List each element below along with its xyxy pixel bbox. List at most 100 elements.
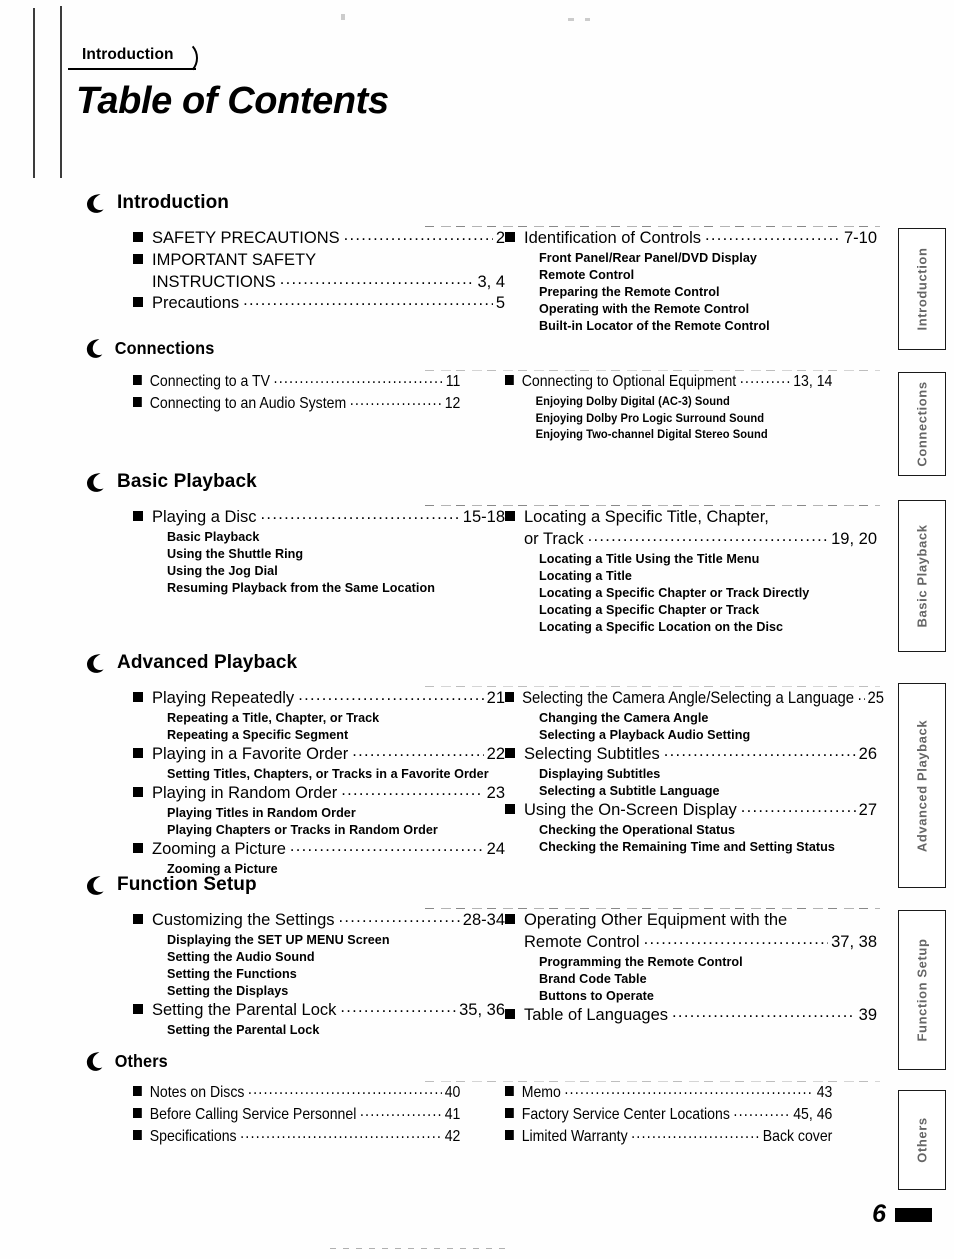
toc-page-number: 45, 46 — [793, 1105, 833, 1123]
toc-column-left: Playing Repeatedly 21 Repeating a Title, C… — [133, 688, 505, 878]
toc-entry[interactable]: Customizing the Settings 28-34 Displaying … — [133, 910, 505, 1000]
toc-entry[interactable]: Limited Warranty Back cover — [505, 1126, 877, 1148]
toc-subitem: Locating a Title Using the Title Menu — [539, 551, 760, 566]
toc-entry-title: Connecting to an Audio System — [149, 394, 347, 412]
square-bullet-icon — [505, 375, 514, 385]
toc-entry[interactable]: Operating Other Equipment with the Remote… — [505, 910, 877, 1005]
square-bullet-icon — [133, 1086, 142, 1096]
toc-subitem-list: Programming the Remote Control Brand Code… — [505, 954, 877, 1005]
crescent-moon-icon — [85, 338, 104, 359]
square-bullet-icon — [505, 748, 515, 759]
toc-subitem: Enjoying Dolby Pro Logic Surround Sound — [535, 410, 765, 425]
toc-entry[interactable]: Notes on Discs 40 — [133, 1082, 505, 1104]
thumb-tab-basic-playback[interactable]: Basic Playback — [898, 500, 946, 652]
toc-page-number: 19, 20 — [831, 529, 877, 548]
toc-subitem: Operating with the Remote Control — [539, 302, 750, 317]
toc-entry[interactable]: Using the On-Screen Display 27 Checking th… — [505, 800, 877, 856]
toc-entry-title: Identification of Controls — [524, 229, 702, 247]
square-bullet-icon — [505, 1107, 514, 1118]
toc-entry-line: SAFETY PRECAUTIONS 2 — [133, 228, 505, 250]
toc-section-header: Others — [85, 1051, 824, 1072]
thumb-tab-label: Advanced Playback — [914, 719, 930, 852]
toc-entry[interactable]: Memo 43 — [505, 1082, 877, 1104]
toc-entry[interactable]: Connecting to an Audio System 12 — [133, 393, 505, 415]
toc-page-number: 12 — [444, 394, 461, 412]
crescent-moon-icon — [85, 472, 105, 493]
page-folio: 6 — [872, 1200, 932, 1229]
toc-entry-title: Using the On-Screen Display — [524, 801, 737, 820]
toc-subitem-list: Front Panel/Rear Panel/DVD Display Remote… — [505, 250, 877, 336]
toc-column-left: SAFETY PRECAUTIONS 2 IMPORTANT SAFETYINSTR… — [133, 228, 505, 315]
square-bullet-icon — [505, 1008, 515, 1019]
toc-entry[interactable]: Locating a Specific Title, Chapter, or Tr… — [505, 507, 877, 636]
toc-entry[interactable]: Specifications 42 — [133, 1126, 505, 1148]
toc-entry[interactable]: Playing Repeatedly 21 Repeating a Title, C… — [133, 688, 505, 744]
toc-entry[interactable]: Playing in a Favorite Order22Setting Tit… — [133, 744, 505, 783]
thumb-tab-connections[interactable]: Connections — [898, 372, 946, 476]
toc-subitem-list: Changing the Camera Angle Selecting a Pla… — [505, 710, 877, 744]
toc-column-right: Operating Other Equipment with the Remote… — [505, 910, 877, 1027]
toc-entry[interactable]: IMPORTANT SAFETYINSTRUCTIONS3, 4 — [133, 250, 505, 294]
toc-entry[interactable]: Zooming a Picture 24Zooming a Picture — [133, 839, 505, 878]
toc-entry[interactable]: Connecting to Optional Equipment 13, 14 En… — [505, 371, 877, 443]
square-bullet-icon — [133, 375, 142, 385]
toc-section-title: Basic Playback — [117, 471, 257, 492]
toc-entry[interactable]: Table of Languages 39 — [505, 1005, 877, 1027]
toc-subitem: Front Panel/Rear Panel/DVD Display — [539, 250, 757, 265]
toc-subitem: Programming the Remote Control — [539, 954, 743, 969]
breadcrumb-chip: Introduction — [68, 41, 198, 75]
dot-leader — [858, 685, 865, 707]
toc-subitem: Changing the Camera Angle — [539, 710, 709, 725]
toc-subitem: Locating a Title — [539, 568, 632, 583]
toc-column-right: Connecting to Optional Equipment 13, 14 En… — [505, 371, 877, 443]
toc-subitem: Remote Control — [539, 267, 635, 282]
toc-entry[interactable]: Identification of Controls 7-10 Front Pane… — [505, 228, 877, 335]
toc-entry[interactable]: Precautions 5 — [133, 293, 505, 315]
toc-page-number: 35, 36 — [459, 1001, 505, 1020]
toc-entry-line: Selecting the Camera Angle/Selecting a L… — [505, 688, 884, 710]
toc-subitem: Displaying the SET UP MENU Screen — [167, 932, 390, 947]
toc-subitem-list: Enjoying Dolby Digital (AC-3) Sound Enjoy… — [505, 393, 840, 444]
toc-entry[interactable]: Connecting to a TV 11 — [133, 371, 505, 393]
dot-leader — [290, 836, 484, 858]
toc-subitem: Repeating a Title, Chapter, or Track — [167, 710, 380, 725]
toc-subitem: Using the Jog Dial — [167, 564, 278, 579]
toc-entry-line: Playing in a Favorite Order 22 — [133, 744, 505, 766]
toc-entry[interactable]: Selecting the Camera Angle/Selecting a L… — [505, 688, 884, 744]
toc-section-header: Connections — [85, 338, 824, 359]
thumb-tab-function-setup[interactable]: Function Setup — [898, 910, 946, 1070]
thumb-tab-label: Function Setup — [914, 938, 930, 1042]
toc-entry[interactable]: Setting the Parental Lock35, 36Setting t… — [133, 1000, 505, 1039]
toc-subitem: Preparing the Remote Control — [539, 285, 720, 300]
toc-page-number: 11 — [445, 373, 461, 390]
toc-entry-title: Selecting Subtitles — [524, 745, 660, 764]
toc-entry[interactable]: SAFETY PRECAUTIONS 2 — [133, 228, 505, 250]
square-bullet-icon — [133, 1129, 142, 1140]
crescent-moon-icon — [85, 1051, 104, 1072]
dot-leader — [644, 929, 829, 951]
square-bullet-icon — [133, 914, 143, 924]
toc-subitem: Checking the Operational Status — [539, 822, 736, 837]
toc-subitem-list: Playing Titles in Random Order Playing Ch… — [133, 805, 505, 839]
toc-entry-line: Customizing the Settings 28-34 — [133, 910, 505, 932]
square-bullet-icon — [133, 786, 143, 797]
toc-column-right: Memo43Factory Service Center Locations45… — [505, 1082, 877, 1147]
toc-page-number: 25 — [867, 689, 885, 707]
thumb-tab-advanced-playback[interactable]: Advanced Playback — [898, 683, 946, 888]
toc-column-left: Customizing the Settings 28-34 Displaying … — [133, 910, 505, 1039]
toc-subitem: Enjoying Dolby Digital (AC-3) Sound — [535, 393, 730, 408]
toc-entry[interactable]: Selecting Subtitles 26 Displaying Subtitle… — [505, 744, 877, 800]
toc-entry-title-cont: Remote Control — [524, 932, 640, 951]
toc-entry[interactable]: Playing in Random Order 23 Playing Titles … — [133, 783, 505, 839]
thumb-tab-others[interactable]: Others — [898, 1090, 946, 1190]
toc-subitem-list: Repeating a Title, Chapter, or Track Repe… — [133, 710, 505, 744]
toc-page-number: 42 — [444, 1127, 461, 1145]
dot-leader — [280, 269, 475, 291]
toc-page-number: 22 — [486, 745, 505, 764]
thumb-tab-introduction[interactable]: Introduction — [898, 228, 946, 350]
scan-artifact-line-left — [33, 8, 35, 178]
toc-column-right: Selecting the Camera Angle/Selecting a L… — [505, 688, 884, 856]
toc-subitem: Checking the Remaining Time and Setting … — [539, 839, 835, 854]
toc-entry[interactable]: Playing a Disc 15-18 Basic Playback Using t… — [133, 507, 505, 597]
dot-leader — [588, 526, 829, 548]
